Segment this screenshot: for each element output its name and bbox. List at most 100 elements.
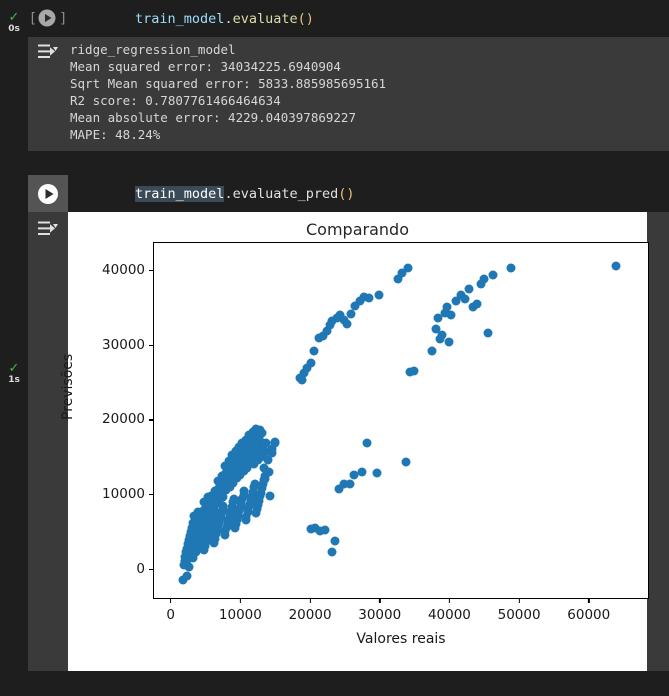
check-icon: ✓	[8, 361, 20, 376]
chart-xtick-label: 10000	[219, 598, 262, 623]
scatter-point	[442, 302, 452, 312]
cell-2-gutter-status: ✓ 1s	[0, 361, 28, 386]
code-token-method: evaluate_pred	[232, 185, 339, 202]
cell-2-output: Comparando Previsões 0 10000 20000 30000 400…	[28, 212, 669, 671]
scatter-point	[253, 500, 263, 510]
chart-xtick-label: 30000	[358, 598, 401, 623]
scatter-point	[330, 536, 340, 546]
scatter-point	[257, 483, 267, 493]
code-token-parens: ()	[297, 10, 314, 27]
output-line: Mean absolute error: 4229.040397869227	[70, 110, 356, 125]
code-token-dot: .	[224, 10, 233, 27]
check-icon: ✓	[8, 10, 20, 25]
scatter-point	[320, 525, 330, 535]
chart-xtick-label: 0	[166, 598, 175, 623]
cell-2-output-icon-col[interactable]	[28, 212, 68, 238]
output-line: MAPE: 48.24%	[70, 127, 161, 142]
scatter-point	[488, 270, 498, 280]
cell-1-duration: 0s	[8, 24, 20, 34]
chart-ytick-label: 0	[136, 561, 154, 577]
cell-2-duration: 1s	[8, 375, 20, 385]
scatter-point	[372, 468, 382, 478]
scatter-point	[179, 560, 189, 570]
scatter-point	[255, 425, 265, 435]
scatter-point	[464, 284, 474, 294]
scatter-point	[259, 475, 269, 485]
code-token-method: evaluate	[232, 10, 298, 27]
chart-ytick-label: 40000	[102, 262, 154, 278]
scatter-point	[357, 467, 367, 477]
scatter-point	[241, 515, 251, 525]
cell-1-output: ridge_regression_model Mean squared erro…	[28, 37, 669, 151]
output-collapse-icon[interactable]	[37, 220, 59, 238]
notebook-cell-1: ✓ 0s [ ] train_model.evaluate() ridge_re…	[0, 0, 669, 151]
scatter-point	[446, 310, 456, 320]
scatter-point	[460, 294, 470, 304]
scatter-point	[364, 293, 374, 303]
scatter-point	[255, 491, 265, 501]
cell-1-gutter-status: ✓ 0s	[0, 10, 28, 35]
notebook-cell-2: ✓ 1s train_model.evaluate_pred() Compara…	[0, 175, 669, 671]
scatter-point	[327, 547, 337, 557]
scatter-point	[472, 299, 482, 309]
scatter-point	[346, 309, 356, 319]
code-token-dot: .	[224, 185, 233, 202]
chart-ytick-label: 30000	[102, 337, 154, 353]
scatter-point	[409, 366, 419, 376]
scatter-point	[427, 346, 437, 356]
scatter-point	[506, 263, 516, 273]
scatter-point	[374, 290, 384, 300]
output-collapse-icon[interactable]	[37, 43, 59, 61]
play-button-icon[interactable]	[37, 8, 59, 30]
scatter-point	[611, 261, 621, 271]
scatter-point	[342, 319, 352, 329]
scatter-point	[265, 491, 275, 501]
code-token-object: train_model	[135, 185, 225, 202]
cell-1-output-icon-col[interactable]	[28, 37, 68, 61]
cell-1-output-body: ridge_regression_model Mean squared erro…	[68, 37, 669, 151]
matplotlib-figure: Comparando Previsões 0 10000 20000 30000 400…	[60, 212, 649, 671]
scatter-point	[403, 263, 413, 273]
scatter-point	[270, 438, 280, 448]
chart-xtick-label: 20000	[289, 598, 332, 623]
chart-ytick-label: 10000	[102, 486, 154, 502]
code-token-parens: ()	[338, 185, 355, 202]
chart-xtick-label: 40000	[428, 598, 471, 623]
scatter-point	[345, 479, 355, 489]
chart-ylabel: Previsões	[60, 353, 76, 420]
notebook-container: ✓ 0s [ ] train_model.evaluate() ridge_re…	[0, 0, 669, 696]
cell-1-run-button[interactable]: [ ]	[28, 0, 68, 37]
scatter-point	[483, 328, 493, 338]
scatter-point	[182, 571, 192, 581]
output-line: Sqrt Mean squared error: 5833.8859856951…	[70, 76, 387, 91]
chart-xtick-label: 60000	[567, 598, 610, 623]
scatter-point	[220, 530, 230, 540]
scatter-point	[444, 337, 454, 347]
scatter-point	[479, 274, 489, 284]
chart-title: Comparando	[306, 220, 409, 239]
scatter-point	[251, 508, 261, 518]
chart-xtick-label: 50000	[498, 598, 541, 623]
scatter-point	[309, 346, 319, 356]
scatter-point	[230, 523, 240, 533]
scatter-point	[188, 553, 198, 563]
scatter-point	[362, 438, 372, 448]
chart-xlabel: Valores reais	[356, 631, 446, 647]
cell-1-header: [ ] train_model.evaluate()	[28, 0, 669, 37]
cell-2-code[interactable]: train_model.evaluate_pred()	[68, 170, 355, 218]
scatter-point	[306, 358, 316, 368]
output-line: R2 score: 0.7807761466464634	[70, 93, 281, 108]
scatter-point	[209, 538, 219, 548]
scatter-point	[199, 545, 209, 555]
code-token-object: train_model	[135, 10, 225, 27]
play-button-icon[interactable]	[37, 183, 59, 205]
output-line: Mean squared error: 34034225.6940904	[70, 59, 341, 74]
chart-plot-area: 0 10000 20000 30000 40000 0 10000 20000 30000 400…	[102, 242, 649, 623]
right-bracket-icon: ]	[59, 10, 68, 27]
left-bracket-icon: [	[28, 10, 37, 27]
output-line: ridge_regression_model	[70, 42, 236, 57]
chart-ytick-label: 20000	[102, 411, 154, 427]
cell-2-run-button[interactable]	[28, 175, 68, 212]
cell-2-header: train_model.evaluate_pred()	[28, 175, 669, 212]
scatter-point	[401, 457, 411, 467]
